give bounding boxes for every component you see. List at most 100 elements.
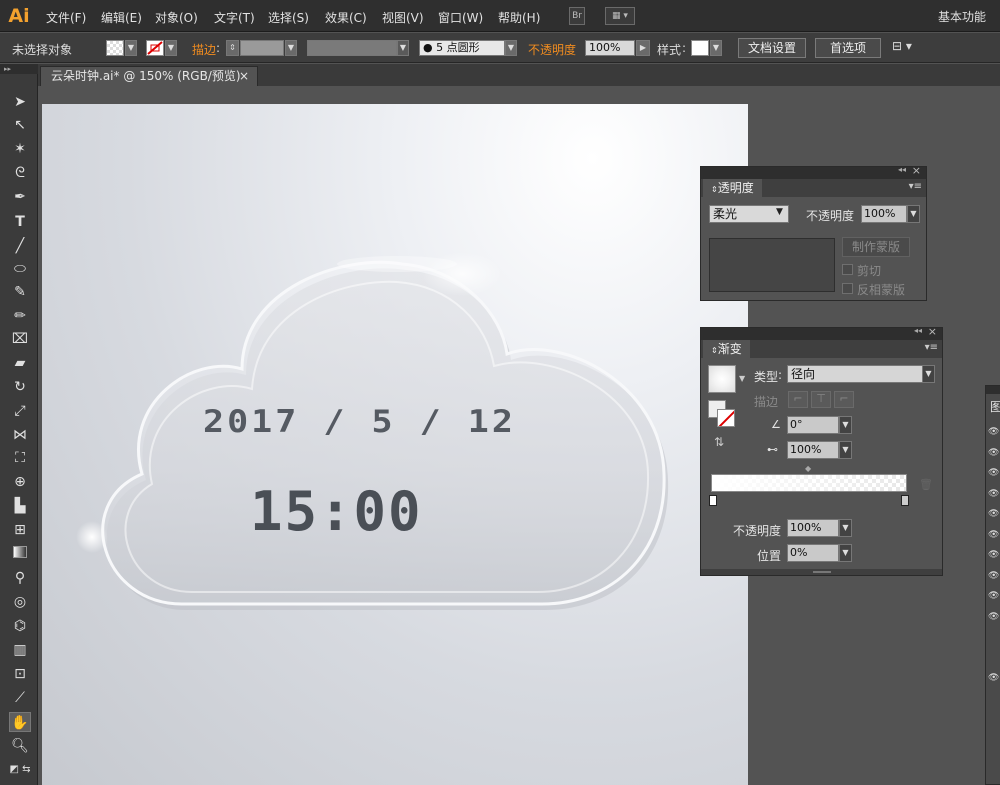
preferences-button[interactable]: 首选项 — [815, 38, 881, 58]
pencil-tool-icon[interactable]: ✏ — [9, 306, 31, 326]
gradient-aspect-arrow[interactable]: ▼ — [839, 441, 852, 459]
mesh-tool-icon[interactable]: ⊞ — [9, 520, 31, 540]
variable-width-profile[interactable] — [307, 40, 397, 56]
blend-tool-icon[interactable]: ◎ — [9, 592, 31, 612]
stroke-dropdown-arrow[interactable]: ▼ — [165, 40, 177, 56]
gradient-preview-swatch[interactable] — [708, 365, 736, 393]
collapse-panel-icon[interactable]: ◂◂ — [898, 165, 906, 174]
default-fill-stroke-icon[interactable]: ◩ ⇆ — [9, 760, 31, 780]
menu-window[interactable]: 窗口(W) — [438, 9, 483, 26]
panel-opacity-field[interactable]: 100% — [861, 205, 907, 223]
symbol-sprayer-tool-icon[interactable]: ⌬ — [9, 616, 31, 636]
menu-type[interactable]: 文字(T) — [214, 9, 255, 26]
stroke-along-icon[interactable]: ⊤ — [811, 391, 831, 408]
eyedropper-tool-icon[interactable]: ⚲ — [9, 568, 31, 588]
panel-menu-icon[interactable]: ▾≡ — [909, 181, 922, 192]
menu-edit[interactable]: 编辑(E) — [101, 9, 142, 26]
eraser-tool-icon[interactable]: ▰ — [9, 353, 31, 373]
transparency-tab[interactable]: ⇕透明度 — [703, 179, 762, 197]
stop-location-field[interactable]: 0% — [787, 544, 839, 562]
stroke-swatch[interactable] — [146, 40, 164, 56]
stop-opacity-field[interactable]: 100% — [787, 519, 839, 537]
direct-selection-tool-icon[interactable]: ↖ — [9, 115, 31, 135]
graphic-style-swatch[interactable] — [691, 40, 709, 56]
document-tab[interactable]: 云朵时钟.ai* @ 150% (RGB/预览) × — [40, 66, 258, 86]
perspective-grid-tool-icon[interactable]: ▙ — [9, 496, 31, 516]
selection-tool-icon[interactable]: ➤ — [9, 92, 31, 112]
menu-select[interactable]: 选择(S) — [268, 9, 309, 26]
panel-menu-icon[interactable]: ▾≡ — [925, 342, 938, 353]
pen-tool-icon[interactable]: ✒ — [9, 187, 31, 207]
workspace-switcher[interactable]: 基本功能 — [938, 8, 986, 25]
gradient-stop-start[interactable] — [709, 495, 717, 506]
gradient-tab[interactable]: ⇕渐变 — [703, 340, 750, 358]
stroke-within-icon[interactable]: ⌐ — [788, 391, 808, 408]
zoom-tool-icon[interactable]: 🔍︎ — [9, 736, 31, 756]
type-tool-icon[interactable]: T — [9, 212, 31, 232]
brush-definition[interactable]: ● 5 点圆形 — [419, 40, 505, 56]
rotate-tool-icon[interactable]: ↻ — [9, 377, 31, 397]
artboard-tool-icon[interactable]: ⊡ — [9, 664, 31, 684]
width-tool-icon[interactable]: ⋈ — [9, 425, 31, 445]
brush-arrow[interactable]: ▼ — [505, 40, 517, 56]
panel-expand-icon[interactable]: ⇕ — [711, 346, 718, 355]
gradient-aspect-field[interactable]: 100% — [787, 441, 839, 459]
gradient-type-select[interactable]: 径向 — [787, 365, 923, 383]
artboard[interactable] — [42, 104, 748, 785]
panel-options-icon[interactable]: ⊟ ▾ — [892, 39, 912, 53]
close-panel-icon[interactable]: × — [912, 164, 921, 177]
profile-arrow[interactable]: ▼ — [397, 40, 409, 56]
gradient-stop-end[interactable] — [901, 495, 909, 506]
line-tool-icon[interactable]: ╱ — [9, 236, 31, 256]
opacity-label[interactable]: 不透明度 — [528, 41, 576, 58]
opacity-arrow[interactable]: ▶ — [636, 40, 650, 56]
stop-opacity-arrow[interactable]: ▼ — [839, 519, 852, 537]
panel-expand-icon[interactable]: ⇕ — [711, 185, 718, 194]
shape-builder-tool-icon[interactable]: ⊕ — [9, 472, 31, 492]
make-mask-button[interactable]: 制作蒙版 — [842, 237, 910, 257]
panel-opacity-arrow[interactable]: ▼ — [907, 205, 920, 223]
clip-checkbox[interactable] — [842, 264, 853, 275]
collapse-panel-icon[interactable]: ◂◂ — [914, 326, 922, 335]
gradient-midpoint-diamond[interactable]: ◆ — [805, 464, 811, 473]
stop-location-arrow[interactable]: ▼ — [839, 544, 852, 562]
fill-swatch[interactable] — [106, 40, 124, 56]
reverse-gradient-icon[interactable]: ⇅ — [714, 435, 724, 449]
gradient-preset-arrow[interactable]: ▼ — [739, 374, 745, 383]
opacity-mask-thumbnail[interactable] — [709, 238, 835, 292]
magic-wand-tool-icon[interactable]: ✶ — [9, 139, 31, 159]
lasso-tool-icon[interactable]: ᘓ — [9, 163, 31, 183]
gradient-stroke-swatch[interactable] — [717, 409, 735, 427]
gradient-slider[interactable] — [711, 474, 907, 492]
menu-object[interactable]: 对象(O) — [155, 9, 198, 26]
menu-file[interactable]: 文件(F) — [46, 9, 86, 26]
ellipse-tool-icon[interactable]: ⬭ — [9, 259, 31, 279]
close-panel-icon[interactable]: × — [928, 325, 937, 338]
document-setup-button[interactable]: 文档设置 — [738, 38, 806, 58]
blend-mode-chevron-down-icon[interactable]: ▼ — [776, 207, 783, 217]
menu-effect[interactable]: 效果(C) — [325, 9, 367, 26]
delete-stop-icon[interactable]: 🗑︎ — [919, 478, 933, 491]
free-transform-tool-icon[interactable]: ⛶ — [9, 448, 31, 468]
gradient-angle-field[interactable]: 0° — [787, 416, 839, 434]
gradient-tool-icon[interactable] — [9, 544, 31, 564]
blob-brush-tool-icon[interactable]: ⌧ — [9, 329, 31, 349]
hand-tool-icon[interactable]: ✋ — [9, 712, 31, 732]
stroke-weight-stepper[interactable]: ⇕ — [226, 40, 239, 56]
column-graph-tool-icon[interactable]: ▥ — [9, 640, 31, 660]
invert-mask-checkbox[interactable] — [842, 283, 853, 294]
scale-tool-icon[interactable]: ⤢ — [9, 401, 31, 421]
layers-tab[interactable]: 图 — [990, 398, 1000, 415]
panel-resize-grip[interactable] — [701, 569, 942, 575]
paintbrush-tool-icon[interactable]: ✎ — [9, 282, 31, 302]
slice-tool-icon[interactable]: ⟋ — [9, 688, 31, 708]
layer-visibility-column[interactable]: 👁︎ 👁︎ 👁︎ 👁︎ 👁︎ 👁︎ 👁︎ 👁︎ 👁︎ 👁︎ 👁︎ — [988, 422, 999, 689]
opacity-field[interactable]: 100% — [585, 40, 635, 56]
menu-view[interactable]: 视图(V) — [382, 9, 424, 26]
stroke-weight-arrow[interactable]: ▼ — [285, 40, 297, 56]
stroke-weight-field[interactable] — [240, 40, 284, 56]
toolbar-collapse-icon[interactable]: ▸▸ — [0, 64, 38, 74]
fill-dropdown-arrow[interactable]: ▼ — [125, 40, 137, 56]
style-arrow[interactable]: ▼ — [710, 40, 722, 56]
gradient-angle-arrow[interactable]: ▼ — [839, 416, 852, 434]
